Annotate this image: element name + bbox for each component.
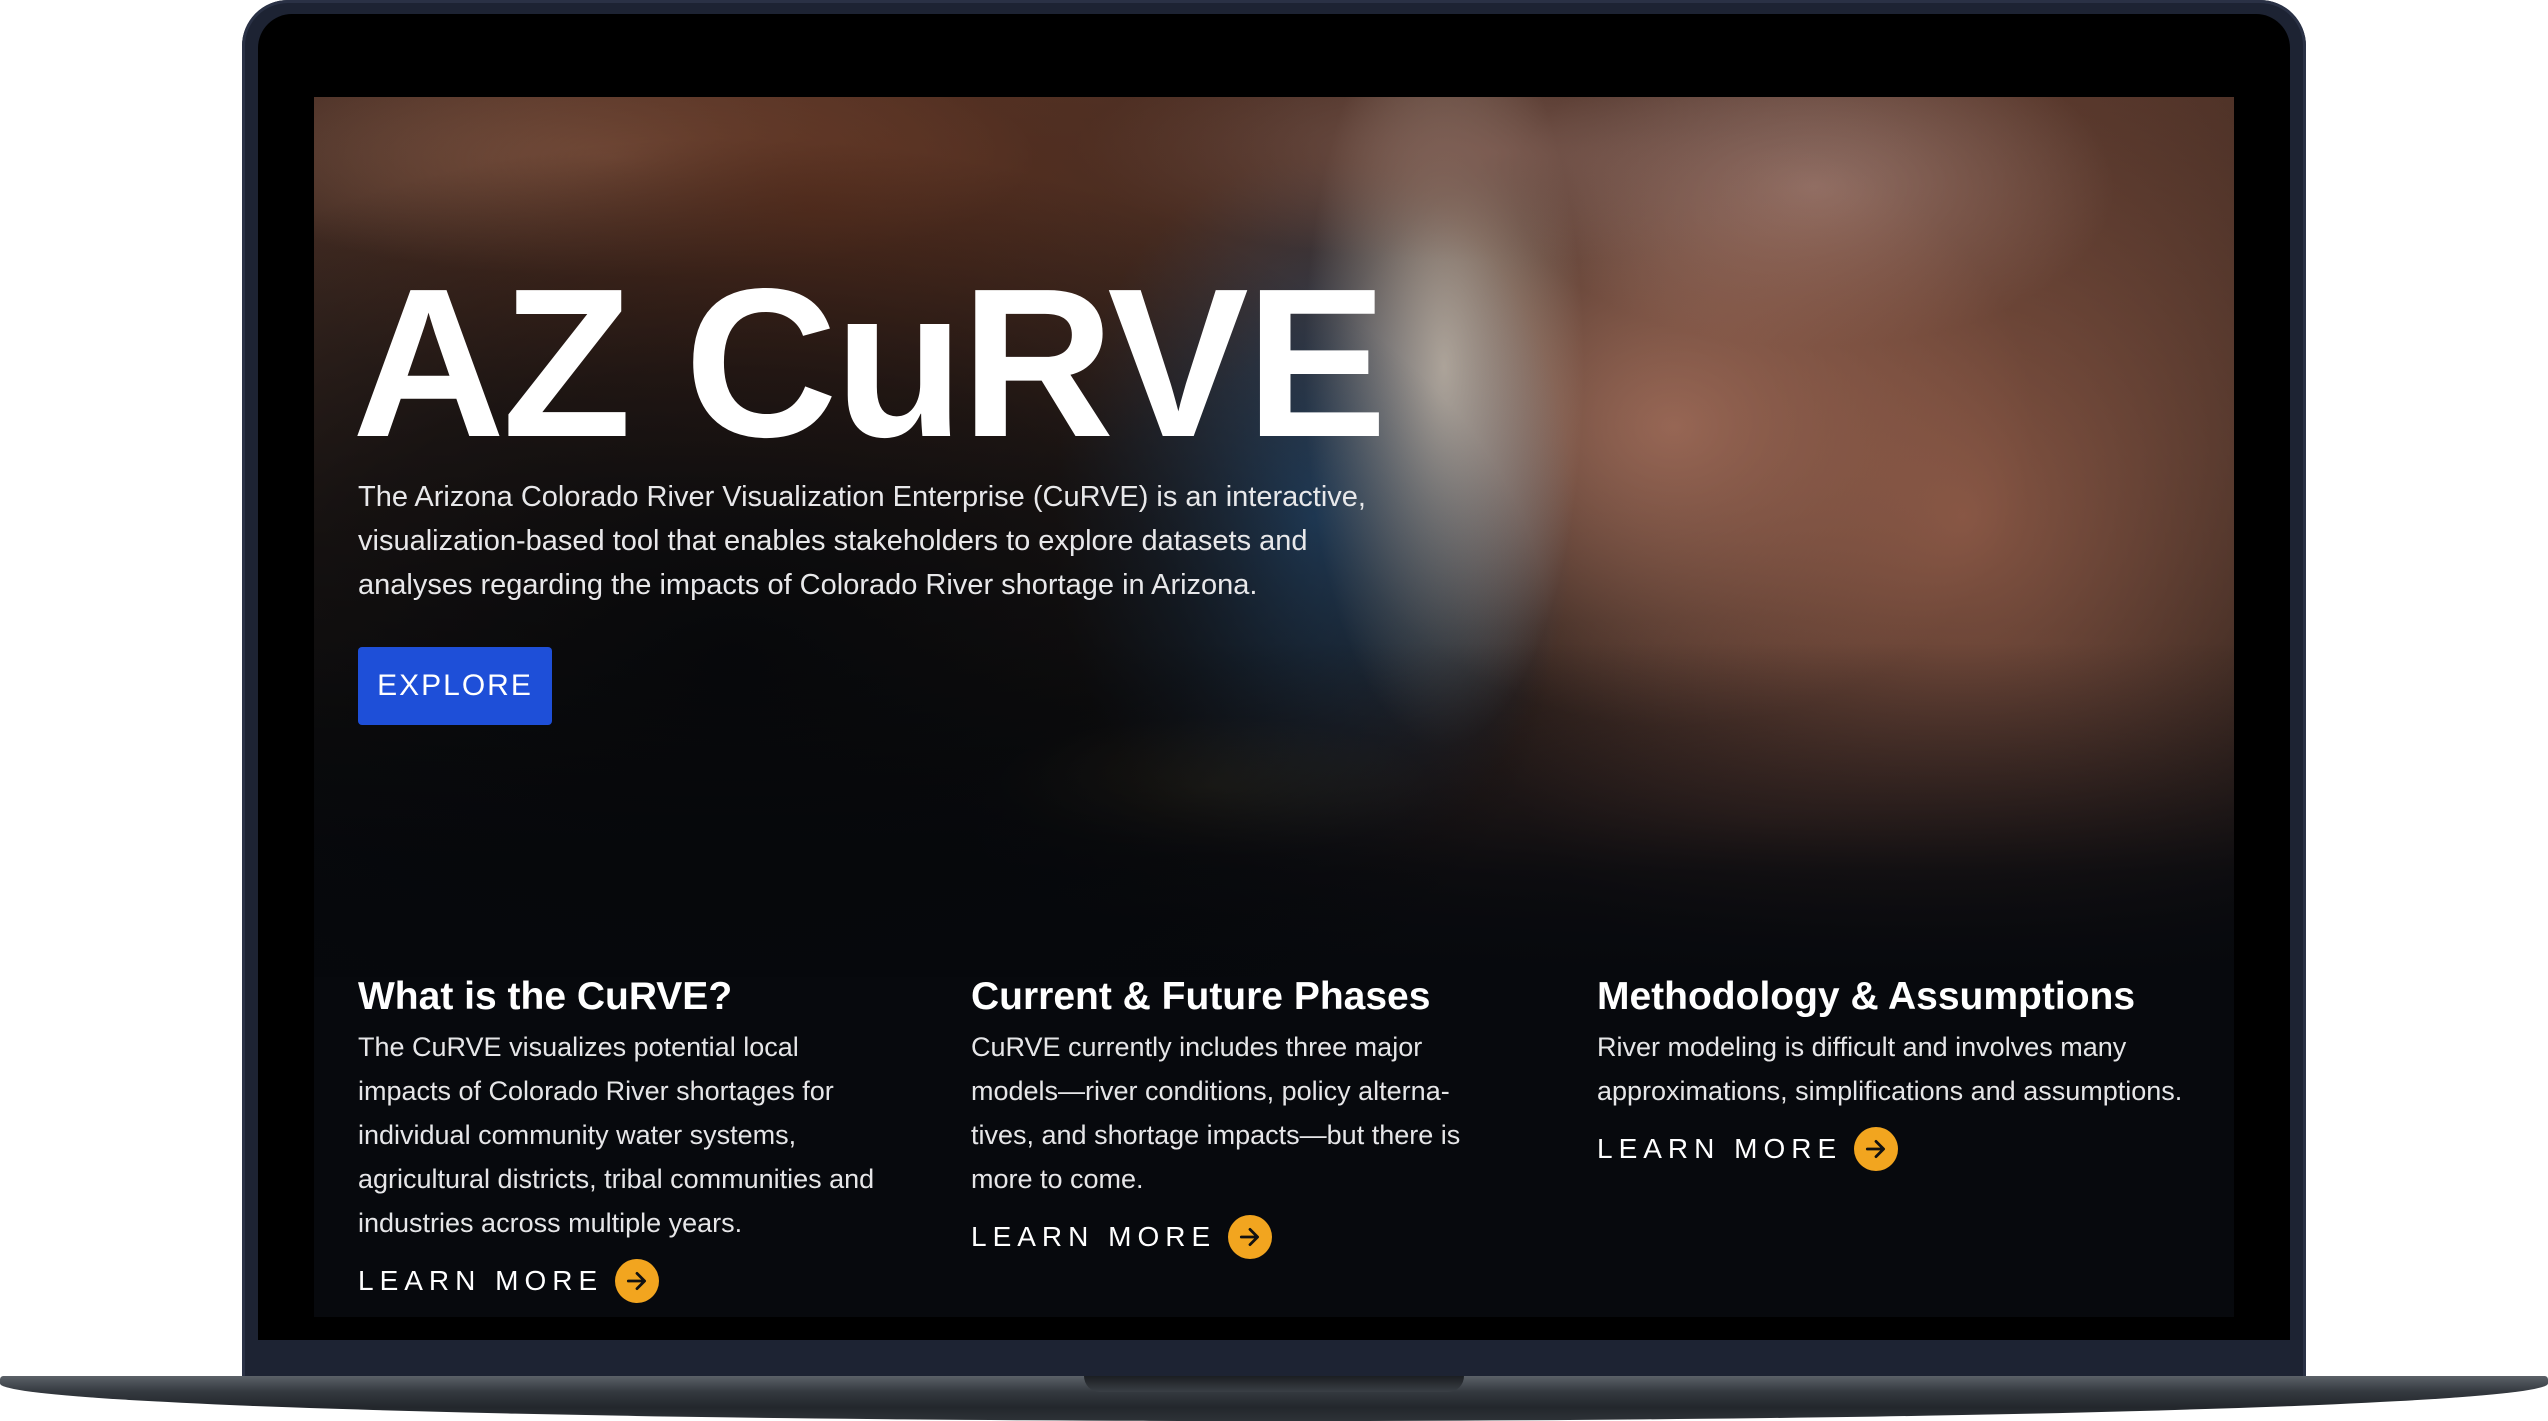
learn-more-link[interactable]: LEARN MORE: [971, 1215, 1491, 1259]
hero-title: AZ CuRVE: [352, 244, 1387, 481]
arrow-right-icon: [1854, 1127, 1899, 1171]
arrow-right-icon: [1228, 1215, 1273, 1259]
section-phases: Current & Future Phases CuRVE currently …: [971, 969, 1491, 1259]
learn-more-label: LEARN MORE: [358, 1265, 604, 1296]
section-body: The CuRVE visualizes potential local imp…: [358, 1032, 875, 1238]
section-body: CuRVE currently includes three major mod…: [971, 1032, 1461, 1194]
learn-more-label: LEARN MORE: [971, 1221, 1217, 1252]
laptop-notch: [1084, 1376, 1464, 1392]
arrow-right-icon: [615, 1259, 660, 1303]
section-title: Methodology & Assumptions: [1597, 975, 2136, 1018]
section-title: Current & Future Phases: [971, 975, 1431, 1018]
screen: AZ CuRVE The Arizona Colorado River Visu…: [314, 97, 2234, 1317]
section-what-is-curve: What is the CuRVE? The CuRVE visualizes …: [358, 969, 878, 1303]
hero-description: The Arizona Colorado River Visualization…: [358, 481, 1366, 601]
section-body: River modeling is difficult and involves…: [1597, 1032, 2183, 1106]
learn-more-label: LEARN MORE: [1597, 1133, 1843, 1164]
learn-more-link[interactable]: LEARN MORE: [358, 1259, 878, 1303]
explore-button[interactable]: EXPLORE: [358, 647, 552, 725]
section-title: What is the CuRVE?: [358, 975, 733, 1018]
learn-more-link[interactable]: LEARN MORE: [1597, 1127, 2197, 1171]
section-methodology: Methodology & Assumptions River modeling…: [1597, 969, 2197, 1171]
